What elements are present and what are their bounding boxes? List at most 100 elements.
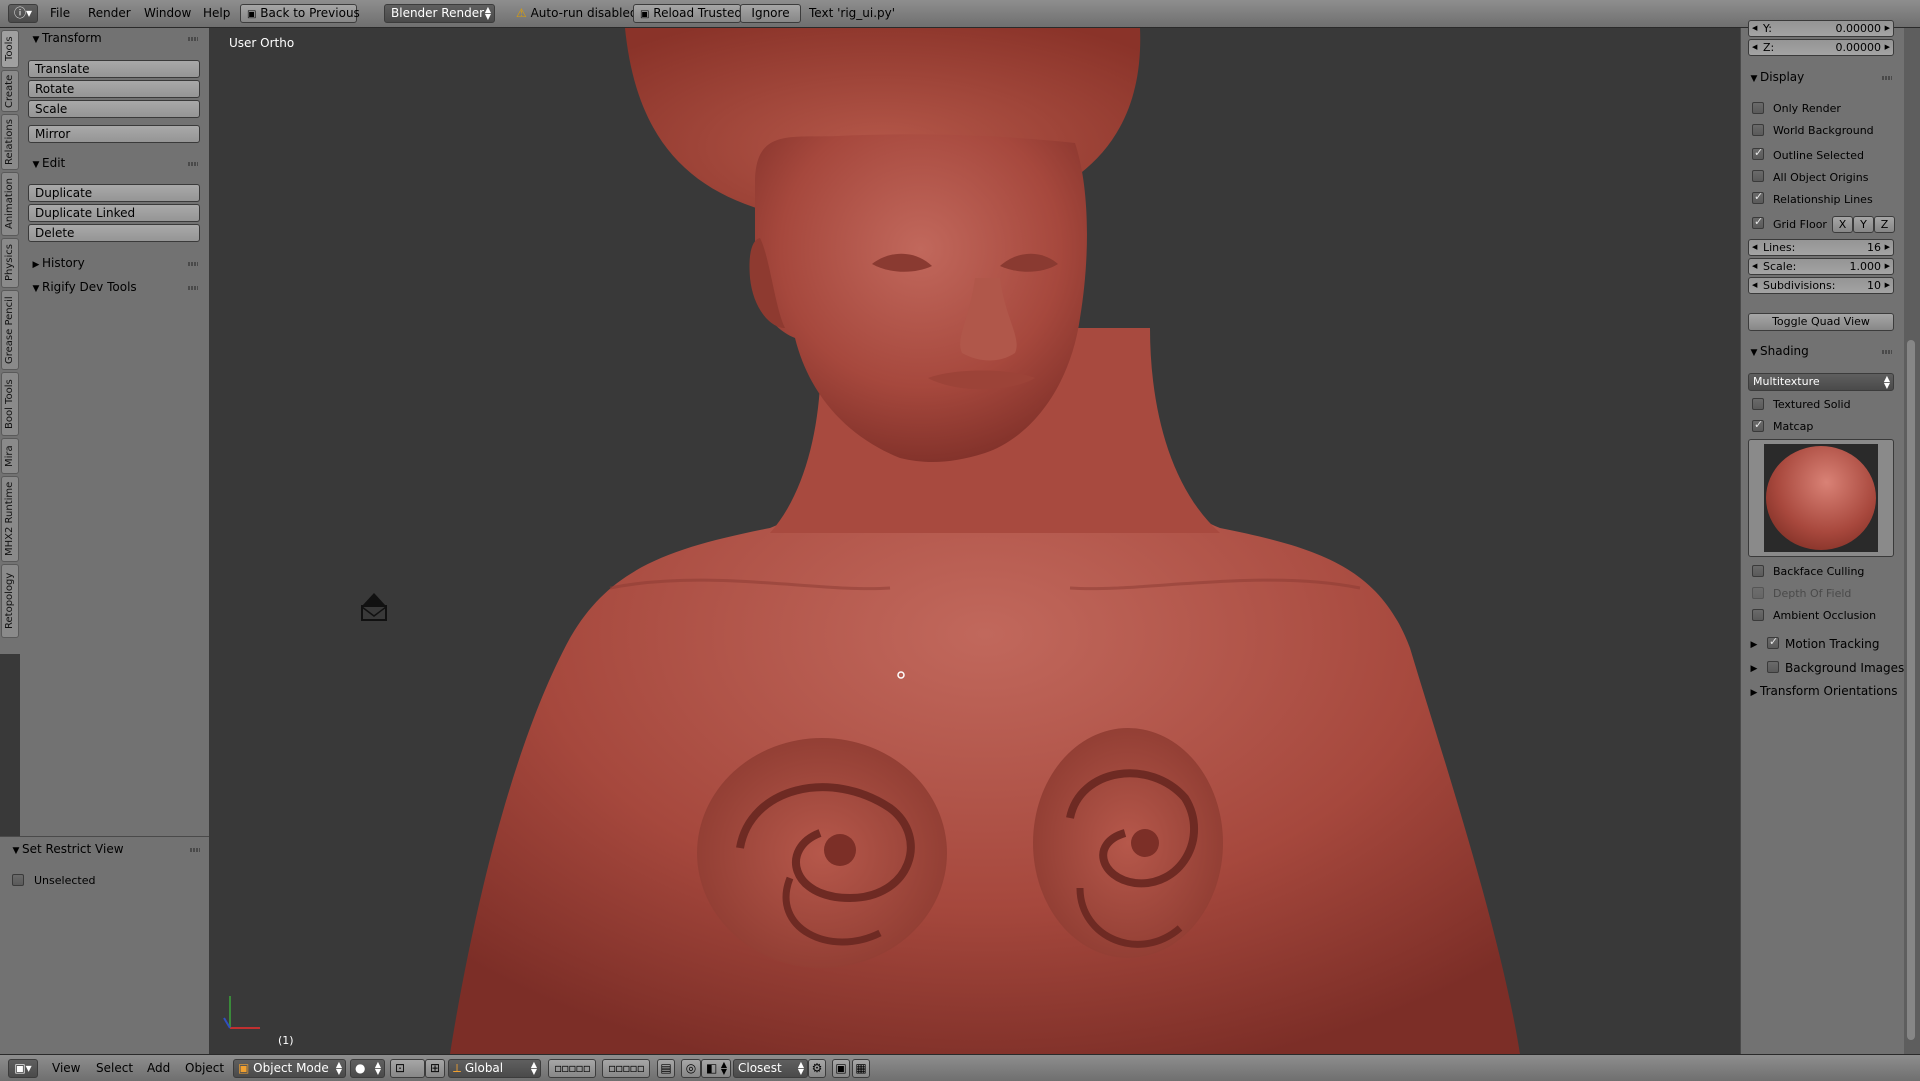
drag-grip-icon[interactable] — [188, 162, 198, 166]
motion-tracking-label: Motion Tracking — [1785, 637, 1880, 651]
drag-grip-icon[interactable] — [1882, 350, 1892, 354]
matcap-preview-button[interactable] — [1748, 439, 1894, 557]
menu-add[interactable]: Add — [147, 1055, 170, 1081]
unselected-checkbox[interactable] — [12, 874, 24, 886]
pivot-point-select[interactable]: ⊡ — [390, 1059, 425, 1078]
expanded-triangle-icon: ▼ — [12, 846, 20, 856]
drag-grip-icon[interactable] — [188, 37, 198, 41]
menu-file[interactable]: File — [50, 0, 70, 27]
interaction-mode-select[interactable]: ▣ Object Mode ▲ ▼ — [233, 1059, 346, 1078]
tab-grease-pencil[interactable]: Grease Pencil — [1, 290, 19, 370]
tab-animation[interactable]: Animation — [1, 172, 19, 236]
shading-panel-header[interactable]: ▼ Shading — [1748, 341, 1896, 361]
menu-object[interactable]: Object — [185, 1055, 224, 1081]
rigify-panel-header[interactable]: ▼ Rigify Dev Tools — [30, 277, 202, 297]
relationship-lines-checkbox[interactable] — [1752, 190, 1764, 204]
snap-target-select[interactable]: Closest ▲ ▼ — [733, 1059, 808, 1078]
mirror-button[interactable]: Mirror — [28, 125, 200, 143]
transform-orientations-header[interactable]: ▶ Transform Orientations — [1748, 681, 1898, 701]
align-rotation-toggle[interactable]: ⚙ — [808, 1059, 826, 1078]
tab-physics[interactable]: Physics — [1, 238, 19, 288]
viewport-shading-select[interactable]: ● ▲ ▼ — [350, 1059, 385, 1078]
display-panel-header[interactable]: ▼ Display — [1748, 67, 1896, 87]
ignore-button[interactable]: Ignore — [740, 4, 801, 23]
menu-help[interactable]: Help — [203, 0, 230, 27]
3d-viewport[interactable]: User Ortho (1) — [210, 28, 1740, 1054]
toggle-quad-view-button[interactable]: Toggle Quad View — [1748, 313, 1894, 331]
grid-lines-field[interactable]: ◀ Lines: 16 ▶ — [1748, 239, 1894, 256]
translate-button[interactable]: Translate — [28, 60, 200, 78]
layers-row-1[interactable]: ▫▫▫▫▫ — [548, 1059, 596, 1078]
transform-orientation-select[interactable]: ⟂ Global ▲ ▼ — [448, 1059, 541, 1078]
lock-camera-toggle[interactable]: ▤ — [657, 1059, 675, 1078]
restrict-view-header[interactable]: ▼ Set Restrict View — [10, 839, 204, 859]
menu-view[interactable]: View — [52, 1055, 80, 1081]
grid-subdivisions-field[interactable]: ◀ Subdivisions: 10 ▶ — [1748, 277, 1894, 294]
edit-panel-header[interactable]: ▼ Edit — [30, 153, 202, 173]
rose-right — [1033, 728, 1223, 958]
background-images-checkbox[interactable] — [1767, 661, 1779, 673]
menu-render[interactable]: Render — [88, 0, 131, 27]
collapsed-triangle-icon: ▶ — [32, 260, 40, 270]
outline-selected-label: Outline Selected — [1773, 149, 1864, 162]
collapsed-triangle-icon: ▶ — [1750, 640, 1758, 650]
depth-of-field-checkbox[interactable] — [1752, 587, 1764, 599]
menu-select[interactable]: Select — [96, 1055, 133, 1081]
menu-window[interactable]: Window — [144, 0, 191, 27]
snap-element-select[interactable]: ◧ ▲ ▼ — [701, 1059, 731, 1078]
tab-relations[interactable]: Relations — [1, 114, 19, 170]
drag-grip-icon[interactable] — [190, 848, 200, 852]
render-opengl-button[interactable]: ▣ — [832, 1059, 850, 1078]
editor-type-button[interactable]: ⓘ▾ — [8, 4, 38, 23]
rotate-button[interactable]: Rotate — [28, 80, 200, 98]
world-background-checkbox[interactable] — [1752, 124, 1764, 136]
lamp-object-icon[interactable] — [361, 593, 387, 621]
grid-scale-field[interactable]: ◀ Scale: 1.000 ▶ — [1748, 258, 1894, 275]
scrollbar-thumb[interactable] — [1907, 340, 1915, 1040]
grid-floor-checkbox[interactable] — [1752, 215, 1764, 229]
editor-type-button[interactable]: ▣▾ — [8, 1059, 38, 1078]
render-animation-button[interactable]: ▦ — [852, 1059, 870, 1078]
layers-row-2[interactable]: ▫▫▫▫▫ — [602, 1059, 650, 1078]
tab-bool-tools[interactable]: Bool Tools — [1, 372, 19, 436]
tool-shelf-tabs: Tools Create Relations Animation Physics… — [0, 28, 21, 654]
lines-label: Lines: — [1763, 241, 1796, 254]
drag-grip-icon[interactable] — [188, 286, 198, 290]
grid-axis-z-toggle[interactable]: Z — [1874, 216, 1895, 233]
back-to-previous-button[interactable]: ▣ Back to Previous — [240, 4, 360, 23]
tab-retopology[interactable]: Retopology — [1, 564, 19, 638]
render-engine-select[interactable]: Blender Render ▲ ▼ — [384, 4, 495, 23]
grid-axis-x-toggle[interactable]: X — [1832, 216, 1853, 233]
history-panel-header[interactable]: ▶ History — [30, 253, 202, 273]
only-render-checkbox[interactable] — [1752, 102, 1764, 114]
scale-button[interactable]: Scale — [28, 100, 200, 118]
ambient-occlusion-checkbox[interactable] — [1752, 609, 1764, 621]
proportional-icon: ◎ — [685, 1061, 697, 1075]
proportional-edit-toggle[interactable]: ◎ — [681, 1059, 701, 1078]
location-z-field[interactable]: ◀ Z: 0.00000 ▶ — [1748, 39, 1894, 56]
drag-grip-icon[interactable] — [1882, 76, 1892, 80]
grid-axis-y-toggle[interactable]: Y — [1853, 216, 1874, 233]
tab-mhx2-runtime[interactable]: MHX2 Runtime — [1, 476, 19, 562]
reload-trusted-button[interactable]: ▣ Reload Trusted — [633, 4, 742, 23]
shading-mode-select[interactable]: Multitexture ▲ ▼ — [1748, 373, 1894, 391]
all-object-origins-checkbox[interactable] — [1752, 170, 1764, 182]
tab-tools[interactable]: Tools — [1, 30, 19, 68]
right-arrow-icon: ▶ — [1884, 43, 1890, 51]
tab-mira[interactable]: Mira — [1, 438, 19, 474]
matcap-checkbox[interactable] — [1752, 418, 1764, 432]
z-value: 0.00000 — [1835, 41, 1882, 54]
textured-solid-checkbox[interactable] — [1752, 398, 1764, 410]
motion-tracking-checkbox[interactable] — [1767, 635, 1779, 649]
transform-panel-header[interactable]: ▼ Transform — [30, 28, 202, 48]
tab-create[interactable]: Create — [1, 70, 19, 112]
duplicate-linked-button[interactable]: Duplicate Linked — [28, 204, 200, 222]
location-y-field[interactable]: ◀ Y: 0.00000 ▶ — [1748, 20, 1894, 37]
manipulator-toggle[interactable]: ⊞ — [425, 1059, 445, 1078]
reload-label: Reload Trusted — [653, 6, 742, 20]
delete-button[interactable]: Delete — [28, 224, 200, 242]
outline-selected-checkbox[interactable] — [1752, 146, 1764, 160]
drag-grip-icon[interactable] — [188, 262, 198, 266]
backface-culling-checkbox[interactable] — [1752, 565, 1764, 577]
duplicate-button[interactable]: Duplicate — [28, 184, 200, 202]
